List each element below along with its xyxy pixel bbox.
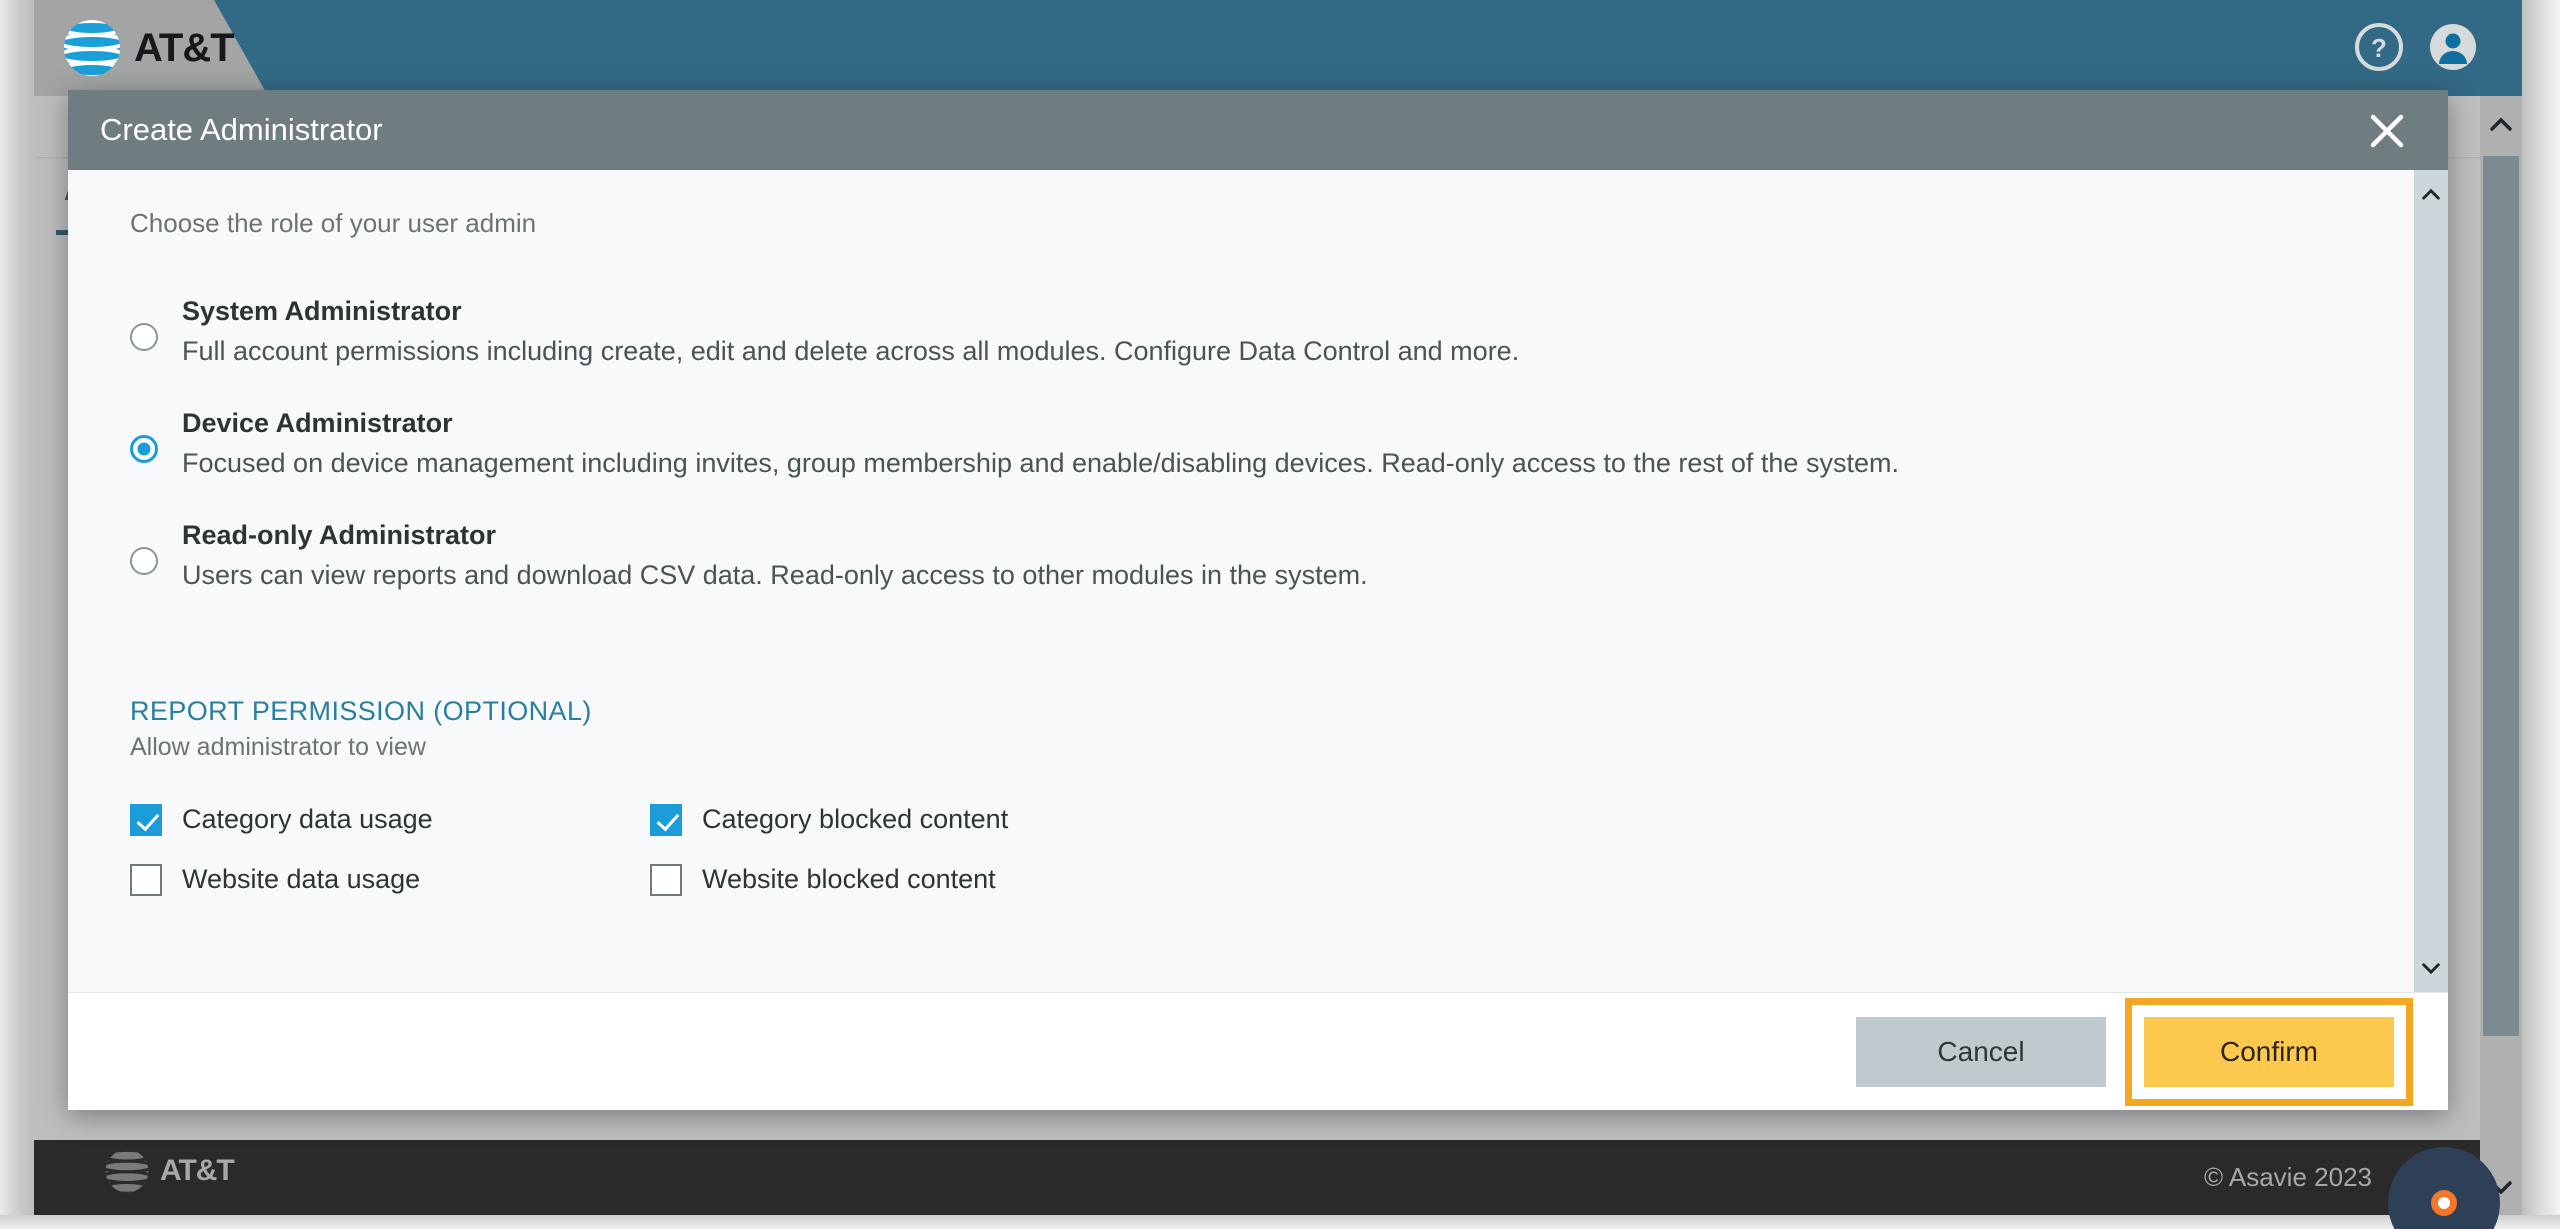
close-icon[interactable] (2366, 110, 2408, 152)
checkbox-website-data-usage[interactable]: Website data usage (130, 863, 650, 896)
checkbox-box-icon[interactable] (130, 863, 162, 896)
dialog-title: Create Administrator (100, 112, 383, 147)
brand-wordmark: AT&T (134, 25, 235, 70)
confirm-button-wrapper: Confirm (2125, 997, 2413, 1106)
checkbox-category-blocked-content[interactable]: Category blocked content (650, 803, 2358, 836)
page-scrollbar[interactable] (2480, 96, 2522, 1215)
screen: AT&T ? AT&T © Asavie 2023 Create Adminis… (0, 0, 2560, 1229)
confirm-button[interactable]: Confirm (2144, 1016, 2394, 1087)
help-icon[interactable]: ? (2354, 22, 2404, 72)
page-scrollbar-thumb[interactable] (2483, 156, 2519, 1036)
checkbox-label: Website data usage (182, 864, 421, 895)
role-title: Read-only Administrator (182, 520, 497, 551)
dialog-subtitle: Choose the role of your user admin (130, 208, 537, 238)
dialog-scroll-up-icon[interactable] (2414, 170, 2448, 218)
role-description: Users can view reports and download CSV … (182, 560, 1368, 591)
checkbox-box-checked-icon[interactable] (130, 803, 162, 836)
role-description: Focused on device management including i… (182, 447, 1899, 478)
dialog-scrollbar-thumb[interactable] (2414, 226, 2448, 946)
checkbox-label: Website blocked content (702, 864, 996, 895)
cancel-button[interactable]: Cancel (1856, 1016, 2106, 1087)
topbar-icon-group: ? (2354, 22, 2478, 72)
role-description: Full account permissions including creat… (182, 335, 1520, 366)
role-option-read-only-administrator[interactable]: Read-only Administrator Users can view r… (130, 519, 2358, 593)
checkbox-box-checked-icon[interactable] (650, 803, 682, 836)
dialog-scrollbar[interactable] (2414, 170, 2448, 992)
radio-read-only-administrator[interactable] (130, 547, 158, 576)
radio-device-administrator[interactable] (130, 435, 158, 464)
brand-logo[interactable]: AT&T (62, 18, 235, 78)
dialog-header: Create Administrator (68, 90, 2448, 170)
create-administrator-dialog: Create Administrator Choose the role of … (68, 90, 2448, 1110)
dialog-body: Choose the role of your user admin Syste… (68, 170, 2448, 992)
svg-text:?: ? (2371, 33, 2387, 63)
att-globe-icon (62, 18, 122, 78)
checkbox-label: Category blocked content (702, 804, 1009, 835)
checkbox-box-icon[interactable] (650, 863, 682, 896)
checkbox-category-data-usage[interactable]: Category data usage (130, 803, 650, 836)
role-title: Device Administrator (182, 408, 453, 439)
role-option-device-administrator[interactable]: Device Administrator Focused on device m… (130, 407, 2358, 481)
role-option-system-administrator[interactable]: System Administrator Full account permis… (130, 295, 2358, 369)
window-edge-bottom (0, 1215, 2560, 1229)
account-icon[interactable] (2428, 22, 2478, 72)
report-permission-heading: REPORT PERMISSION (OPTIONAL) (130, 695, 592, 726)
radio-system-administrator[interactable] (130, 323, 158, 351)
role-title: System Administrator (182, 296, 462, 326)
dialog-scroll-down-icon[interactable] (2414, 944, 2448, 992)
checkbox-label: Category data usage (182, 804, 433, 835)
scroll-up-icon[interactable] (2480, 96, 2522, 152)
window-edge-left (0, 0, 34, 1229)
dialog-footer: Cancel Confirm (68, 992, 2448, 1110)
section-divider (130, 632, 2358, 670)
window-edge-right (2522, 0, 2560, 1229)
report-permission-checkbox-grid: Category data usage Category blocked con… (130, 803, 2358, 896)
report-permission-subtext: Allow administrator to view (130, 732, 426, 761)
checkbox-website-blocked-content[interactable]: Website blocked content (650, 863, 2358, 896)
